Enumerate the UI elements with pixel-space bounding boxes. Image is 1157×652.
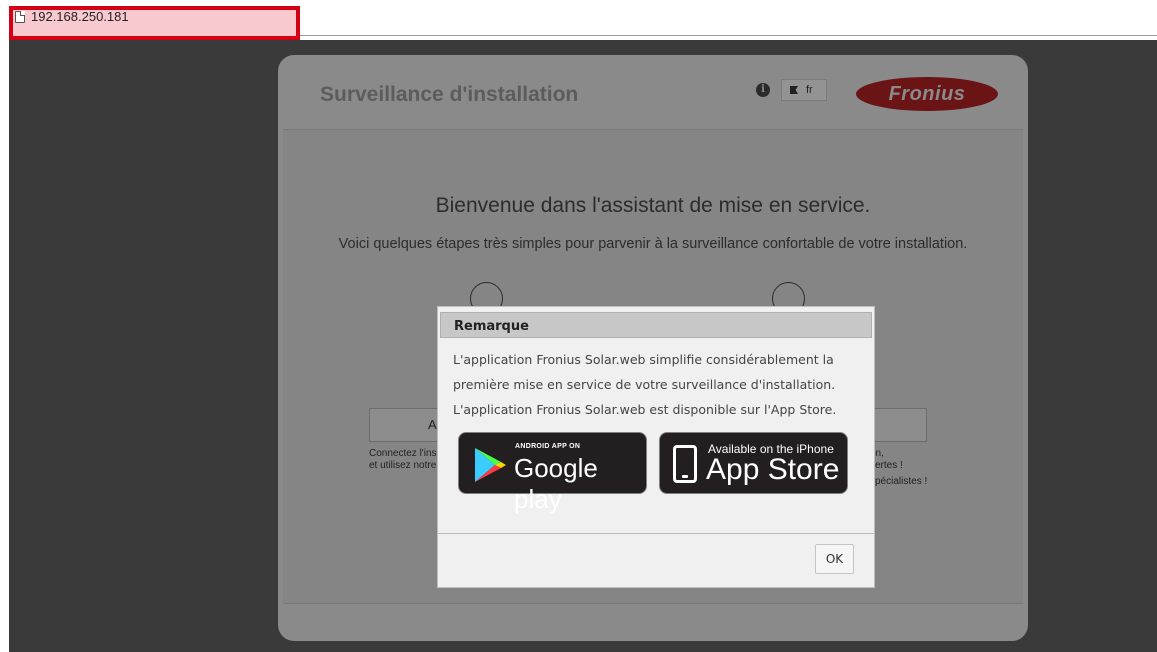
address-bar-underline [300, 35, 1157, 36]
google-play-icon [475, 448, 506, 482]
google-play-label: Google play [514, 453, 598, 514]
dialog-title: Remarque [440, 312, 872, 338]
dialog-message-line: L'application Fronius Solar.web est disp… [453, 402, 837, 417]
dialog-message-line: L'application Fronius Solar.web simplifi… [453, 352, 834, 367]
step-2-description: on, vertes ! spécialistes ! [870, 448, 927, 488]
google-play-badge[interactable]: ANDROID APP ON Google play [458, 432, 647, 514]
dialog-message: L'application Fronius Solar.web simplifi… [453, 347, 863, 422]
language-label: fr [806, 84, 813, 96]
fronius-logo: Fronius [856, 77, 998, 111]
url-text: 192.168.250.181 [31, 9, 129, 24]
language-button[interactable]: fr [781, 79, 827, 101]
step-1-description: Connectez l'ins et utilisez notre [369, 448, 437, 472]
flag-icon [790, 86, 798, 94]
url-field[interactable]: 192.168.250.181 [15, 9, 129, 24]
step-1-desc-line: Connectez l'ins [369, 448, 437, 459]
notice-dialog: Remarque L'application Fronius Solar.web… [437, 306, 875, 588]
ok-button[interactable]: OK [815, 544, 854, 574]
step-2-desc-line: on, [870, 448, 884, 459]
app-store-badge[interactable]: Available on the iPhone App Store [659, 432, 848, 494]
iphone-icon [673, 445, 697, 483]
dialog-message-line: première mise en service de votre survei… [453, 377, 836, 392]
page-icon [15, 10, 25, 23]
step-1-desc-line: et utilisez notre [369, 460, 437, 471]
intro-text: Voici quelques étapes très simples pour … [338, 236, 968, 252]
card-footer-divider [283, 603, 1023, 604]
logo-text: Fronius [888, 82, 966, 105]
google-play-caption: ANDROID APP ON [515, 443, 581, 450]
step-1-button-label: A [428, 417, 437, 432]
info-icon[interactable]: i [756, 83, 770, 97]
step-2-desc-line: vertes ! [870, 460, 903, 471]
app-title: Surveillance d'installation [320, 83, 579, 106]
step-2-desc-line: spécialistes ! [870, 476, 928, 487]
welcome-heading: Bienvenue dans l'assistant de mise en se… [435, 194, 871, 217]
app-header: Surveillance d'installation i fr Fronius [278, 55, 1028, 129]
step-2-button[interactable] [867, 408, 927, 442]
browser-address-bar: 192.168.250.181 [0, 0, 1157, 40]
dialog-divider [438, 533, 874, 534]
app-store-label: App Store [706, 453, 840, 486]
